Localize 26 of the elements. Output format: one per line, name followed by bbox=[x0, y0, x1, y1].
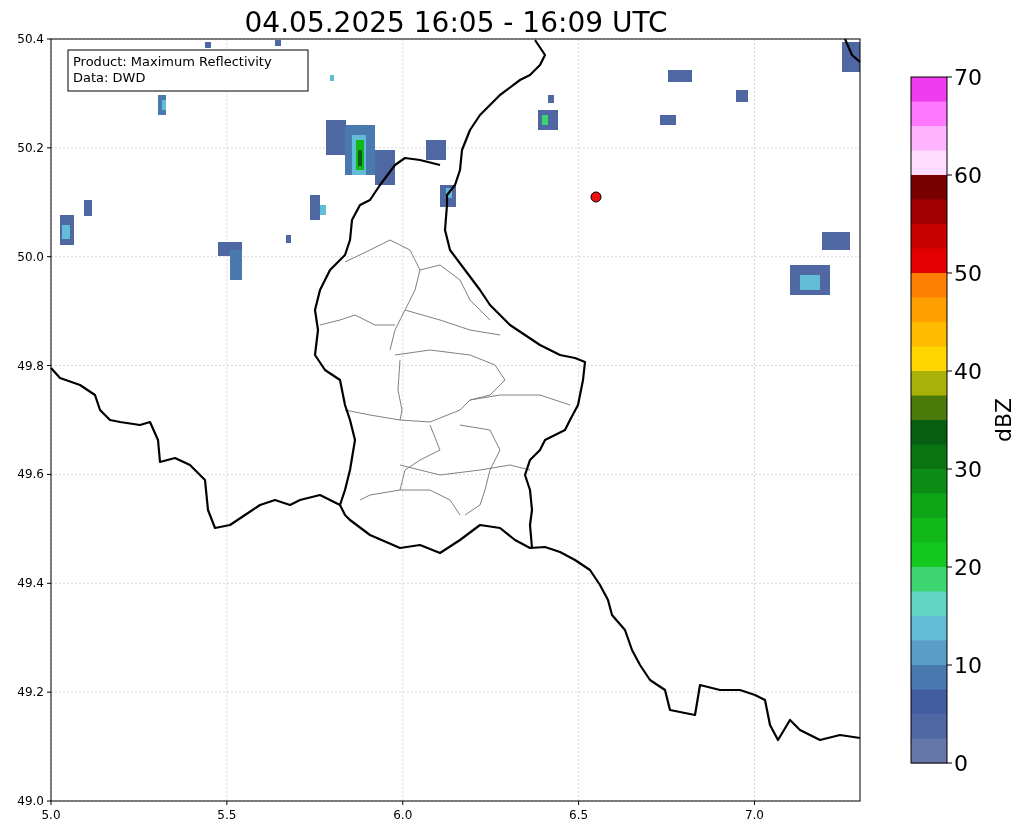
info-text: Product: Maximum Reflectivity bbox=[73, 54, 272, 69]
y-tick-label: 49.2 bbox=[17, 685, 44, 700]
x-tick-label: 5.0 bbox=[41, 808, 61, 822]
colorbar-tick-label: 30 bbox=[954, 457, 982, 482]
chart-title: 04.05.2025 16:05 - 16:09 UTC bbox=[244, 6, 668, 39]
colorbar-tick-label: 40 bbox=[954, 359, 982, 384]
x-tick-label: 5.5 bbox=[217, 808, 237, 822]
y-tick-label: 50.4 bbox=[17, 32, 44, 46]
location-marker bbox=[590, 191, 602, 203]
colorbar-tick-label: 50 bbox=[954, 261, 982, 286]
y-tick-label: 49.0 bbox=[17, 794, 44, 808]
colorbar-label: dBZ bbox=[991, 397, 1016, 443]
colorbar-tick-label: 20 bbox=[954, 555, 982, 580]
x-tick-label: 7.0 bbox=[744, 808, 765, 822]
x-tick-label: 6.5 bbox=[569, 808, 589, 822]
y-tick-label: 49.8 bbox=[17, 358, 44, 373]
colorbar-tick-label: 60 bbox=[954, 163, 982, 188]
x-tick-label: 6.0 bbox=[393, 808, 413, 822]
y-tick-label: 50.2 bbox=[17, 140, 44, 155]
colorbar-tick-label: 70 bbox=[954, 65, 982, 90]
info-text: Data: DWD bbox=[73, 70, 146, 85]
y-tick-label: 49.4 bbox=[17, 576, 44, 591]
y-tick-label: 49.6 bbox=[17, 467, 44, 482]
y-tick-label: 50.0 bbox=[17, 249, 44, 264]
colorbar-tick-label: 0 bbox=[954, 751, 968, 776]
colorbar-tick-label: 10 bbox=[954, 653, 982, 678]
